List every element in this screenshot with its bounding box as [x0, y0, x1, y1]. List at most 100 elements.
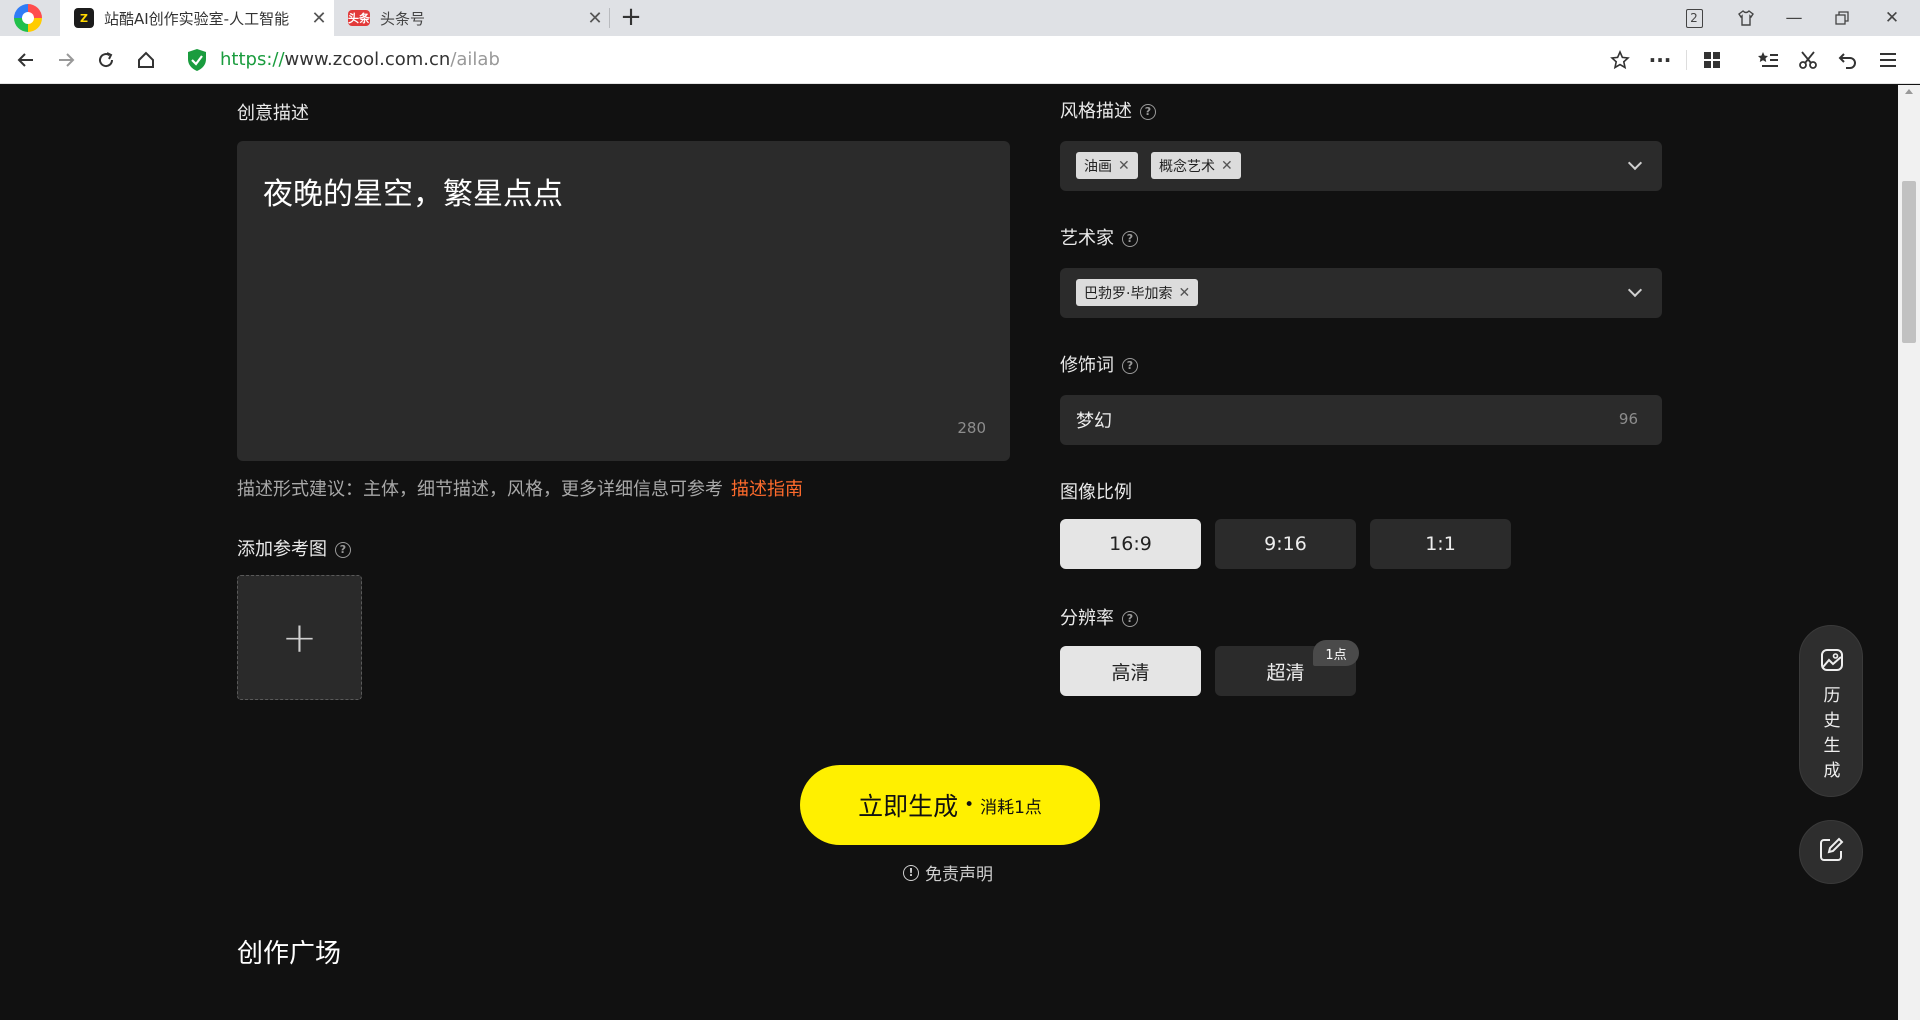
reference-label: 添加参考图 ? — [237, 539, 351, 561]
ratio-label: 图像比例 — [1060, 482, 1132, 504]
skin-shirt-icon[interactable] — [1726, 0, 1766, 36]
plus-icon: + — [281, 613, 318, 662]
tab-toutiao[interactable]: 头条 头条号 ✕ — [334, 0, 610, 36]
new-tab-button[interactable]: + — [616, 0, 646, 36]
disclaimer-link[interactable]: ! 免责声明 — [903, 860, 993, 885]
edit-feedback-button[interactable] — [1799, 820, 1863, 884]
remove-tag-icon[interactable]: ✕ — [1118, 158, 1130, 174]
prompt-label: 创意描述 — [237, 103, 309, 125]
tab-divider — [609, 8, 610, 28]
help-icon[interactable]: ? — [335, 542, 351, 558]
history-button[interactable]: 历 史 生 成 — [1799, 625, 1863, 797]
style-label-text: 风格描述 — [1060, 101, 1132, 122]
ratio-option-1-1[interactable]: 1:1 — [1370, 519, 1511, 569]
modifier-input[interactable]: 梦幻 96 — [1060, 395, 1662, 445]
menu-icon[interactable] — [1872, 44, 1904, 76]
history-label: 历 史 生 成 — [1822, 684, 1842, 784]
artist-label: 艺术家 ? — [1060, 228, 1138, 250]
section-title: 创作广场 — [237, 939, 342, 969]
disclaimer-text: 免责声明 — [925, 865, 993, 885]
style-tag-label: 概念艺术 — [1159, 158, 1215, 175]
generate-button[interactable]: 立即生成 • 消耗1点 — [800, 765, 1100, 845]
url-scheme: https:// — [220, 49, 285, 70]
generate-separator: • — [964, 795, 975, 815]
modifier-label-text: 修饰词 — [1060, 355, 1114, 376]
tab-zcool-ailab[interactable]: Z 站酷AI创作实验室-人工智能 ✕ — [60, 0, 334, 36]
history-label-char: 历 — [1823, 686, 1841, 706]
tab-count-button[interactable]: 2 — [1674, 0, 1714, 36]
help-icon[interactable]: ? — [1140, 104, 1156, 120]
artist-tag-label: 巴勃罗·毕加索 — [1084, 285, 1173, 302]
tab-close-icon[interactable]: ✕ — [304, 8, 334, 29]
scroll-up-arrow-icon[interactable] — [1905, 89, 1913, 94]
chevron-down-icon[interactable] — [1627, 282, 1643, 298]
reference-label-text: 添加参考图 — [237, 539, 327, 560]
resolution-option-hd[interactable]: 高清 — [1060, 646, 1201, 696]
restore-button[interactable] — [1822, 0, 1862, 36]
url-path: /ailab — [450, 49, 500, 70]
artist-select[interactable]: 巴勃罗·毕加索 ✕ — [1060, 268, 1662, 318]
modifier-char-count: 96 — [1618, 410, 1638, 428]
prompt-label-text: 创意描述 — [237, 103, 309, 124]
prompt-char-count: 280 — [957, 419, 986, 437]
chevron-down-icon[interactable] — [1627, 155, 1643, 171]
page-content: 创意描述 夜晚的星空，繁星点点 280 描述形式建议：主体，细节描述，风格，更多… — [0, 85, 1898, 1020]
cost-point-badge: 1点 — [1313, 640, 1359, 666]
artist-tag-chip: 巴勃罗·毕加索 ✕ — [1076, 279, 1199, 306]
resolution-label-text: 分辨率 — [1060, 608, 1114, 629]
info-exclamation-icon: ! — [903, 864, 919, 881]
forward-icon[interactable] — [50, 44, 82, 76]
style-select[interactable]: 油画 ✕ 概念艺术 ✕ — [1060, 141, 1662, 191]
modifier-value: 梦幻 — [1076, 411, 1112, 432]
zcool-favicon-icon: Z — [74, 8, 94, 28]
scroll-thumb[interactable] — [1902, 181, 1916, 343]
prompt-value: 夜晚的星空，繁星点点 — [263, 177, 563, 212]
prompt-textarea[interactable]: 夜晚的星空，繁星点点 280 — [237, 141, 1010, 461]
edit-icon — [1818, 837, 1844, 867]
help-icon[interactable]: ? — [1122, 231, 1138, 247]
remove-tag-icon[interactable]: ✕ — [1221, 158, 1233, 174]
home-icon[interactable] — [130, 44, 162, 76]
style-tag-chip: 概念艺术 ✕ — [1151, 152, 1241, 179]
help-icon[interactable]: ? — [1122, 358, 1138, 374]
undo-icon[interactable] — [1832, 44, 1864, 76]
browser-nav-bar: https://www.zcool.com.cn/ailab ··· — [0, 36, 1920, 84]
back-icon[interactable] — [10, 44, 42, 76]
modifier-label: 修饰词 ? — [1060, 355, 1138, 377]
generate-label: 立即生成 — [858, 792, 959, 821]
reload-icon[interactable] — [90, 44, 122, 76]
favorites-list-icon[interactable] — [1752, 44, 1784, 76]
resolution-label: 分辨率 ? — [1060, 608, 1138, 630]
style-tag-chip: 油画 ✕ — [1076, 152, 1138, 179]
address-bar[interactable]: https://www.zcool.com.cn/ailab — [220, 48, 500, 72]
close-window-button[interactable]: ✕ — [1872, 0, 1912, 36]
tab-count-badge: 2 — [1685, 8, 1703, 28]
prompt-hint-text: 描述形式建议：主体，细节描述，风格，更多详细信息可参考 — [237, 479, 723, 500]
nav-divider — [1686, 50, 1687, 70]
artist-label-text: 艺术家 — [1060, 228, 1114, 249]
ratio-label-text: 图像比例 — [1060, 482, 1132, 503]
scissors-icon[interactable] — [1792, 44, 1824, 76]
tab-title: 站酷AI创作实验室-人工智能 — [104, 9, 290, 28]
bookmark-star-icon[interactable] — [1604, 44, 1636, 76]
prompt-hint: 描述形式建议：主体，细节描述，风格，更多详细信息可参考 描述指南 — [237, 475, 803, 501]
history-label-char: 史 — [1823, 711, 1841, 731]
style-tag-label: 油画 — [1084, 158, 1112, 175]
image-history-icon — [1820, 648, 1844, 676]
add-reference-image-button[interactable]: + — [237, 575, 362, 700]
minimize-button[interactable]: — — [1774, 0, 1814, 36]
help-icon[interactable]: ? — [1122, 611, 1138, 627]
ratio-option-16-9[interactable]: 16:9 — [1060, 519, 1201, 569]
url-host: www.zcool.com.cn — [284, 49, 451, 70]
secure-shield-icon[interactable] — [186, 48, 208, 76]
more-dots-icon[interactable]: ··· — [1644, 44, 1676, 76]
ratio-option-9-16[interactable]: 9:16 — [1215, 519, 1356, 569]
remove-tag-icon[interactable]: ✕ — [1178, 285, 1190, 301]
tab-title: 头条号 — [380, 9, 426, 28]
history-label-char: 生 — [1823, 736, 1841, 756]
apps-grid-icon[interactable] — [1696, 44, 1728, 76]
page-scrollbar[interactable] — [1898, 85, 1920, 1020]
browser-logo-icon[interactable] — [14, 4, 42, 32]
guide-link[interactable]: 描述指南 — [731, 479, 803, 500]
tab-close-icon[interactable]: ✕ — [580, 8, 610, 29]
